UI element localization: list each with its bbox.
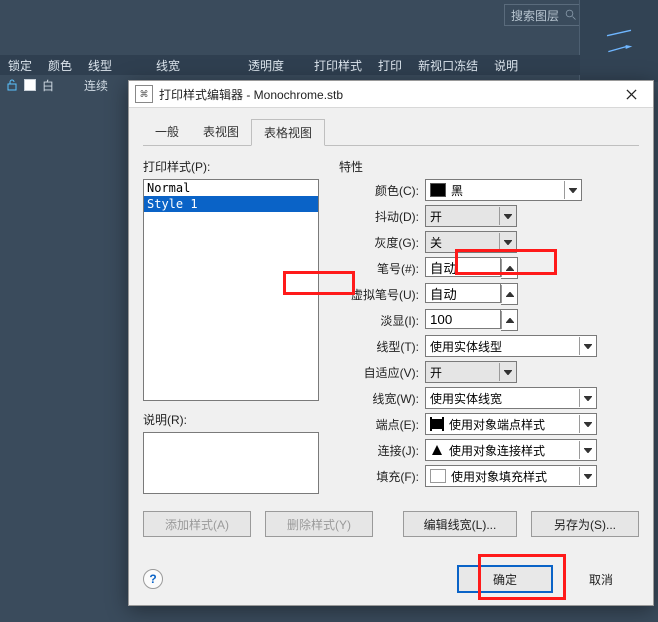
lbl-pen: 笔号(#): [339,260,419,277]
lbl-dither: 抖动(D): [339,208,419,225]
hdr-lock: 锁定 [0,55,40,75]
styles-label: 打印样式(P): [143,158,319,175]
row-color-name: 白 [42,77,54,94]
lbl-screen: 淡显(I): [339,312,419,329]
description-textarea[interactable] [143,432,319,494]
edit-lineweight-button[interactable]: 编辑线宽(L)... [403,511,517,537]
lbl-vpen: 虚拟笔号(U): [339,286,419,303]
dimension-icon [603,29,635,37]
ltype-combo[interactable]: 使用实体线型 [425,335,597,357]
styles-listbox[interactable]: Normal Style 1 [143,179,319,401]
dither-combo[interactable]: 开 [425,205,517,227]
color-combo[interactable]: 黑 [425,179,582,201]
app-icon: ⌘ [135,85,153,103]
chevron-down-icon [579,467,596,485]
lbl-lwt: 线宽(W): [339,390,419,407]
search-icon [565,9,577,21]
tab-table[interactable]: 表格视图 [251,119,325,146]
ribbon-right-panel [579,0,658,82]
spinner-icon [501,259,517,277]
endcap-combo[interactable]: 使用对象端点样式 [425,413,597,435]
hdr-lwt: 线宽 [148,55,240,75]
add-style-button[interactable]: 添加样式(A) [143,511,251,537]
fill-swatch-icon [430,469,446,483]
hdr-vpfreeze: 新视口冻结 [410,55,486,75]
dialog-title: 打印样式编辑器 - Monochrome.stb [159,86,615,103]
hdr-color: 颜色 [40,55,80,75]
screen-input[interactable] [425,309,501,329]
layer-table-header: 锁定 颜色 线型 线宽 透明度 打印样式 打印 新视口冻结 说明 [0,55,580,75]
ok-button[interactable]: 确定 [457,565,553,593]
delete-style-button[interactable]: 删除样式(Y) [265,511,373,537]
endcap-icon [430,419,444,429]
vpen-input[interactable] [425,283,501,303]
chevron-down-icon [579,415,596,433]
gray-combo[interactable]: 关 [425,231,517,253]
lbl-gray: 灰度(G): [339,234,419,251]
help-button[interactable]: ? [143,569,163,589]
arrow-icon [603,45,635,53]
tab-form[interactable]: 表视图 [191,119,251,146]
save-as-button[interactable]: 另存为(S)... [531,511,639,537]
lbl-ltype: 线型(T): [339,338,419,355]
row-linetype: 连续 [84,77,108,94]
lbl-join: 连接(J): [339,442,419,459]
close-button[interactable] [615,83,647,105]
vpen-spinner[interactable] [501,283,518,305]
spinner-icon [501,311,517,329]
chevron-down-icon [564,181,581,199]
screen-spinner[interactable] [501,309,518,331]
cancel-button[interactable]: 取消 [563,567,639,591]
search-placeholder: 搜索图层 [511,7,559,24]
chevron-down-icon [499,207,516,225]
adapt-combo[interactable]: 开 [425,361,517,383]
chevron-down-icon [579,441,596,459]
lbl-adapt: 自适应(V): [339,364,419,381]
tabs: 一般 表视图 表格视图 [143,118,639,146]
color-swatch-icon [430,183,446,197]
chevron-down-icon [499,233,516,251]
chevron-down-icon [499,363,516,381]
join-combo[interactable]: 使用对象连接样式 [425,439,597,461]
desc-label: 说明(R): [143,411,319,428]
lwt-combo[interactable]: 使用实体线宽 [425,387,597,409]
hdr-desc: 说明 [486,55,526,75]
chevron-down-icon [579,389,596,407]
join-icon [430,443,444,457]
color-swatch-icon [24,79,36,91]
chevron-down-icon [579,337,596,355]
lbl-fill: 填充(F): [339,468,419,485]
lbl-end: 端点(E): [339,416,419,433]
dialog-titlebar[interactable]: ⌘ 打印样式编辑器 - Monochrome.stb [129,81,653,108]
fill-combo[interactable]: 使用对象填充样式 [425,465,597,487]
hdr-pstyle: 打印样式 [306,55,370,75]
pen-spinner[interactable] [501,257,518,279]
color-value: 黑 [451,182,463,199]
tab-general[interactable]: 一般 [143,119,191,146]
plot-style-editor-dialog: ⌘ 打印样式编辑器 - Monochrome.stb 一般 表视图 表格视图 打… [128,80,654,606]
list-item[interactable]: Style 1 [144,196,318,212]
spinner-icon [501,285,517,303]
list-item[interactable]: Normal [144,180,318,196]
hdr-plot: 打印 [370,55,410,75]
lock-open-icon [6,79,18,91]
props-label: 特性 [339,158,639,175]
lbl-color: 颜色(C): [339,182,419,199]
hdr-transp: 透明度 [240,55,306,75]
hdr-ltype: 线型 [80,55,148,75]
pen-input[interactable] [425,257,501,277]
